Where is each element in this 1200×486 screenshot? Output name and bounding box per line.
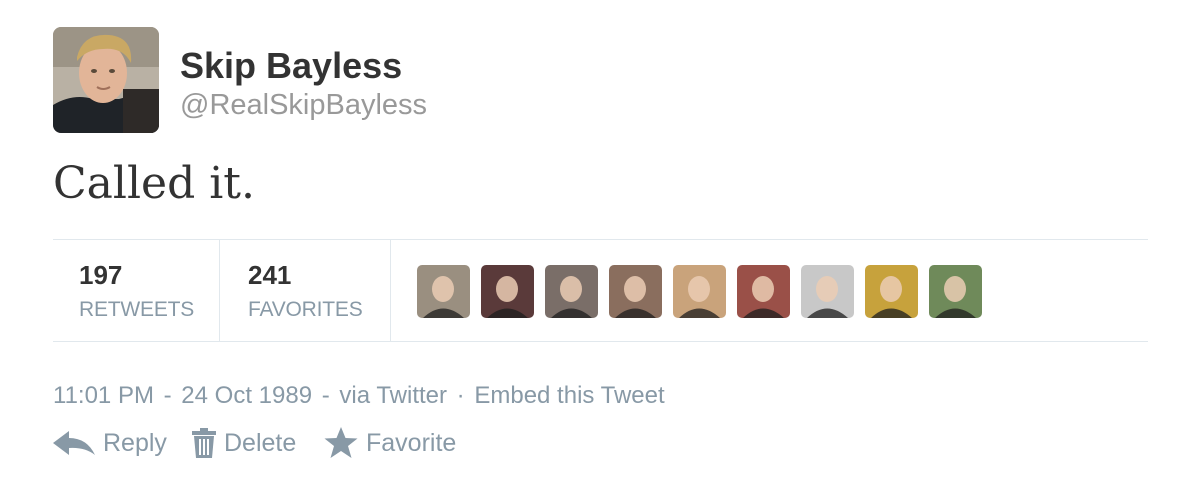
favoriter-avatar[interactable] — [417, 265, 470, 318]
user-avatar[interactable] — [53, 27, 159, 133]
meta-separator: - — [321, 382, 330, 409]
favoriter-avatar[interactable] — [737, 265, 790, 318]
favoriter-avatar[interactable] — [865, 265, 918, 318]
reply-button[interactable]: Reply — [53, 423, 167, 463]
retweets-stat[interactable]: 197 RETWEETS — [53, 240, 220, 341]
tweet-card: Skip Bayless @RealSkipBayless Called it.… — [0, 0, 1200, 486]
favorites-stat[interactable]: 241 FAVORITES — [220, 240, 391, 341]
favoriter-avatar[interactable] — [609, 265, 662, 318]
reply-label: Reply — [103, 428, 167, 457]
favorite-button[interactable]: Favorite — [324, 423, 456, 463]
meta-separator: · — [456, 382, 465, 409]
favoriter-avatar[interactable] — [673, 265, 726, 318]
favoriter-avatar[interactable] — [801, 265, 854, 318]
tweet-text: Called it. — [53, 158, 255, 209]
favorites-label: FAVORITES — [248, 298, 363, 321]
delete-button[interactable]: Delete — [192, 423, 296, 463]
favorites-count: 241 — [248, 260, 292, 290]
reply-arrow-icon — [53, 429, 95, 457]
trash-icon — [192, 428, 216, 458]
tweet-date[interactable]: 24 Oct 1989 — [181, 382, 312, 409]
user-full-name[interactable]: Skip Bayless — [180, 45, 402, 87]
tweet-source[interactable]: via Twitter — [339, 382, 447, 409]
favoriter-avatar[interactable] — [929, 265, 982, 318]
star-icon — [324, 427, 358, 459]
favoriter-avatar[interactable] — [481, 265, 534, 318]
meta-separator: - — [163, 382, 172, 409]
tweet-stats: 197 RETWEETS 241 FAVORITES — [53, 239, 1148, 342]
favoriter-avatar[interactable] — [545, 265, 598, 318]
retweets-label: RETWEETS — [79, 298, 195, 321]
embed-tweet-link[interactable]: Embed this Tweet — [474, 382, 664, 409]
delete-label: Delete — [224, 428, 297, 457]
favorite-label: Favorite — [366, 428, 457, 457]
tweet-meta: 11:01 PM - 24 Oct 1989 - via Twitter · E… — [53, 382, 665, 410]
retweets-count: 197 — [79, 260, 123, 290]
user-screen-name[interactable]: @RealSkipBayless — [180, 89, 427, 122]
tweet-timestamp[interactable]: 11:01 PM — [53, 382, 154, 409]
